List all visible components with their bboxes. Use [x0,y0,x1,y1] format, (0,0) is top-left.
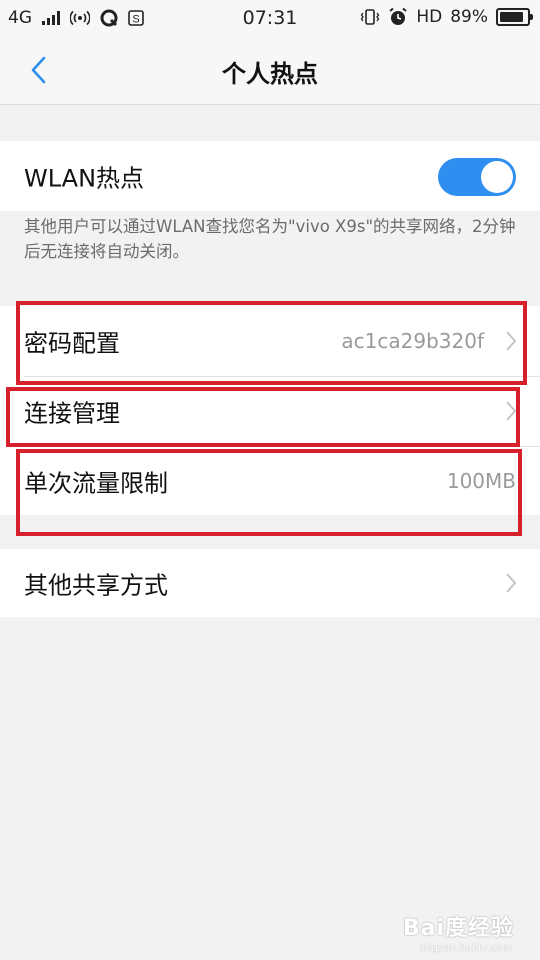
hotspot-toggle[interactable] [438,158,516,196]
vibrate-icon [361,9,380,25]
data-limit-value: 100MB [446,469,516,493]
hd-indicator: HD [416,7,443,27]
page-title: 个人热点 [222,60,318,88]
settings-card: 密码配置 ac1ca29b320f 连接管理 单次流量限制 100MB [0,306,540,515]
alarm-icon [389,7,407,25]
hotspot-label: WLAN热点 [24,164,145,193]
other-share-row[interactable]: 其他共享方式 [0,549,540,617]
password-config-label: 密码配置 [24,329,120,358]
chevron-right-icon [506,401,517,421]
app-header: 个人热点 [0,36,540,105]
toggle-knob [481,161,513,193]
watermark-logo: Bai度经验 [402,916,514,941]
chevron-right-icon [506,331,517,351]
watermark-url: jingyan.baidu.com [419,943,512,954]
other-share-card: 其他共享方式 [0,549,540,617]
connection-management-label: 连接管理 [24,399,120,428]
battery-fill [500,12,523,22]
status-bar: 4G S 07:31 HD 89% [0,0,540,36]
hotspot-toggle-row[interactable]: WLAN热点 [0,141,540,211]
other-share-label: 其他共享方式 [24,571,168,600]
data-limit-label: 单次流量限制 [24,469,168,498]
password-value: ac1ca29b320f [341,329,484,353]
status-right: HD 89% [360,7,533,27]
battery-percent: 89% [450,7,488,27]
data-limit-row[interactable]: 单次流量限制 100MB [0,446,540,516]
hotspot-card: WLAN热点 [0,141,540,211]
password-config-row[interactable]: 密码配置 ac1ca29b320f [0,306,540,376]
connection-management-row[interactable]: 连接管理 [0,376,540,446]
battery-icon [496,8,533,26]
hotspot-description: 其他用户可以通过WLAN查找您名为"vivo X9s"的共享网络，2分钟后无连接… [24,217,516,261]
chevron-right-icon [506,573,517,593]
